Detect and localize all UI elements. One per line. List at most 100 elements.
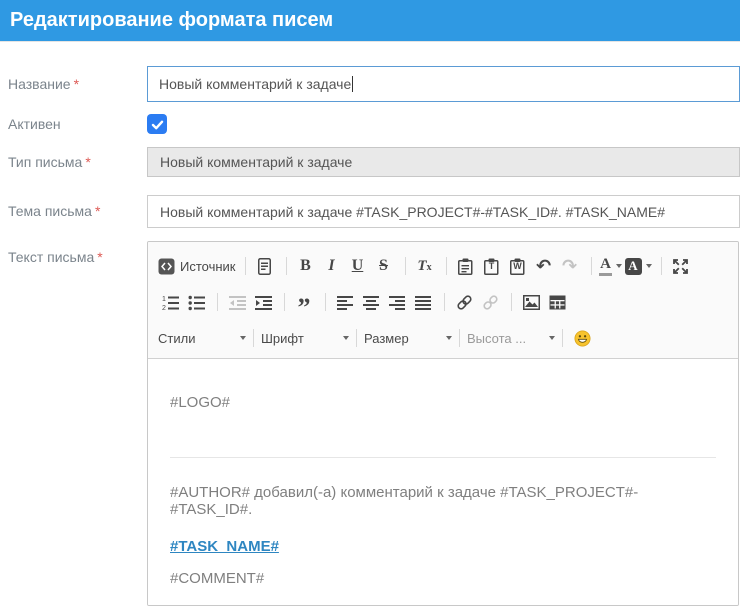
align-center-button[interactable] bbox=[359, 290, 383, 314]
image-icon bbox=[523, 294, 540, 311]
page-header: Редактирование формата писем bbox=[0, 0, 740, 42]
strikethrough-button[interactable]: S bbox=[372, 254, 396, 278]
task-name-link[interactable]: #TASK_NAME# bbox=[170, 538, 279, 555]
font-dropdown[interactable]: Шрифт bbox=[261, 326, 349, 350]
justify-icon bbox=[415, 294, 432, 311]
paste-text-letter: T bbox=[480, 261, 504, 271]
toolbar-separator bbox=[459, 329, 460, 347]
toolbar-separator bbox=[356, 329, 357, 347]
chevron-down-icon bbox=[446, 336, 452, 340]
bold-button[interactable]: B bbox=[294, 254, 318, 278]
size-dropdown[interactable]: Размер bbox=[364, 326, 452, 350]
required-asterisk: * bbox=[97, 249, 102, 265]
field-row-type: Тип письма* Новый комментарий к задаче bbox=[0, 147, 740, 177]
increase-indent-icon bbox=[255, 294, 272, 311]
page-title: Редактирование формата писем bbox=[10, 9, 333, 32]
rich-text-editor: Источник B I U S bbox=[147, 241, 739, 606]
chevron-down-icon bbox=[240, 336, 246, 340]
required-asterisk: * bbox=[95, 203, 100, 219]
bulleted-list-icon bbox=[188, 294, 205, 311]
font-dropdown-label: Шрифт bbox=[261, 331, 339, 346]
link-icon bbox=[456, 294, 473, 311]
maximize-icon bbox=[672, 258, 689, 275]
subject-label: Тема письма* bbox=[0, 195, 147, 219]
increase-indent-button[interactable] bbox=[251, 290, 275, 314]
svg-text:1: 1 bbox=[162, 296, 166, 303]
text-color-button[interactable]: A bbox=[599, 254, 623, 278]
remove-format-button[interactable]: Tx bbox=[413, 254, 437, 278]
source-button[interactable]: Источник bbox=[158, 254, 236, 278]
toolbar-separator bbox=[405, 257, 406, 275]
decrease-indent-button[interactable] bbox=[225, 290, 249, 314]
line-height-dropdown-label: Высота ... bbox=[467, 331, 545, 346]
active-checkbox[interactable] bbox=[147, 114, 167, 134]
paste-from-word-button[interactable]: W bbox=[506, 254, 530, 278]
active-label: Активен bbox=[0, 116, 147, 132]
unlink-button[interactable] bbox=[478, 290, 502, 314]
subject-input-value: Новый комментарий к задаче #TASK_PROJECT… bbox=[160, 204, 665, 220]
styles-dropdown-label: Стили bbox=[158, 331, 236, 346]
toolbar-separator bbox=[325, 293, 326, 311]
bulleted-list-button[interactable] bbox=[184, 290, 208, 314]
smiley-button[interactable] bbox=[570, 326, 594, 350]
editor-content-area[interactable]: #LOGO# #AUTHOR# добавил(-а) комментарий … bbox=[148, 359, 738, 605]
name-input[interactable]: Новый комментарий к задаче bbox=[147, 66, 740, 102]
svg-text:2: 2 bbox=[162, 305, 166, 311]
italic-button[interactable]: I bbox=[320, 254, 344, 278]
justify-button[interactable] bbox=[411, 290, 435, 314]
size-dropdown-label: Размер bbox=[364, 331, 442, 346]
toolbar-separator bbox=[444, 293, 445, 311]
toolbar-separator bbox=[591, 257, 592, 275]
smiley-icon bbox=[574, 330, 591, 347]
type-input-value: Новый комментарий к задаче bbox=[160, 154, 352, 170]
required-asterisk: * bbox=[85, 154, 90, 170]
blockquote-button[interactable]: ” bbox=[292, 290, 316, 314]
link-button[interactable] bbox=[452, 290, 476, 314]
comment-placeholder: #COMMENT# bbox=[170, 570, 716, 587]
toolbar-separator bbox=[562, 329, 563, 347]
redo-button[interactable]: ↷ bbox=[558, 254, 582, 278]
paste-word-letter: W bbox=[506, 261, 530, 271]
line-height-dropdown[interactable]: Высота ... bbox=[467, 326, 555, 350]
name-input-value: Новый комментарий к задаче bbox=[159, 76, 351, 92]
checkmark-icon bbox=[149, 116, 166, 133]
field-row-active: Активен bbox=[0, 114, 740, 134]
background-color-button[interactable]: A bbox=[625, 254, 652, 278]
image-button[interactable] bbox=[519, 290, 543, 314]
numbered-list-icon: 1 2 bbox=[162, 294, 179, 311]
toolbar-separator bbox=[511, 293, 512, 311]
editor-toolbar: Источник B I U S bbox=[148, 242, 738, 359]
decrease-indent-icon bbox=[229, 294, 246, 311]
align-right-button[interactable] bbox=[385, 290, 409, 314]
paste-button[interactable] bbox=[454, 254, 478, 278]
document-icon bbox=[256, 258, 273, 275]
content-divider bbox=[170, 457, 716, 458]
document-button[interactable] bbox=[253, 254, 277, 278]
source-code-icon bbox=[158, 258, 175, 275]
chevron-down-icon bbox=[646, 264, 652, 268]
table-button[interactable] bbox=[545, 290, 569, 314]
align-left-button[interactable] bbox=[333, 290, 357, 314]
unlink-icon bbox=[482, 294, 499, 311]
maximize-button[interactable] bbox=[669, 254, 693, 278]
type-label: Тип письма* bbox=[0, 147, 147, 170]
toolbar-separator bbox=[253, 329, 254, 347]
author-line: #AUTHOR# добавил(-а) комментарий к задач… bbox=[170, 484, 716, 518]
toolbar-separator bbox=[286, 257, 287, 275]
undo-button[interactable]: ↶ bbox=[532, 254, 556, 278]
styles-dropdown[interactable]: Стили bbox=[158, 326, 246, 350]
body-label: Текст письма* bbox=[0, 241, 147, 265]
paste-as-text-button[interactable]: T bbox=[480, 254, 504, 278]
redo-icon: ↷ bbox=[562, 257, 577, 275]
name-label: Название* bbox=[0, 66, 147, 92]
underline-button[interactable]: U bbox=[346, 254, 370, 278]
logo-placeholder: #LOGO# bbox=[170, 394, 716, 411]
subject-input[interactable]: Новый комментарий к задаче #TASK_PROJECT… bbox=[147, 195, 740, 228]
field-row-body: Текст письма* Источник bbox=[0, 241, 740, 606]
numbered-list-button[interactable]: 1 2 bbox=[158, 290, 182, 314]
chevron-down-icon bbox=[549, 336, 555, 340]
toolbar-separator bbox=[245, 257, 246, 275]
chevron-down-icon bbox=[343, 336, 349, 340]
blockquote-icon: ” bbox=[298, 291, 311, 313]
text-cursor bbox=[352, 76, 353, 92]
